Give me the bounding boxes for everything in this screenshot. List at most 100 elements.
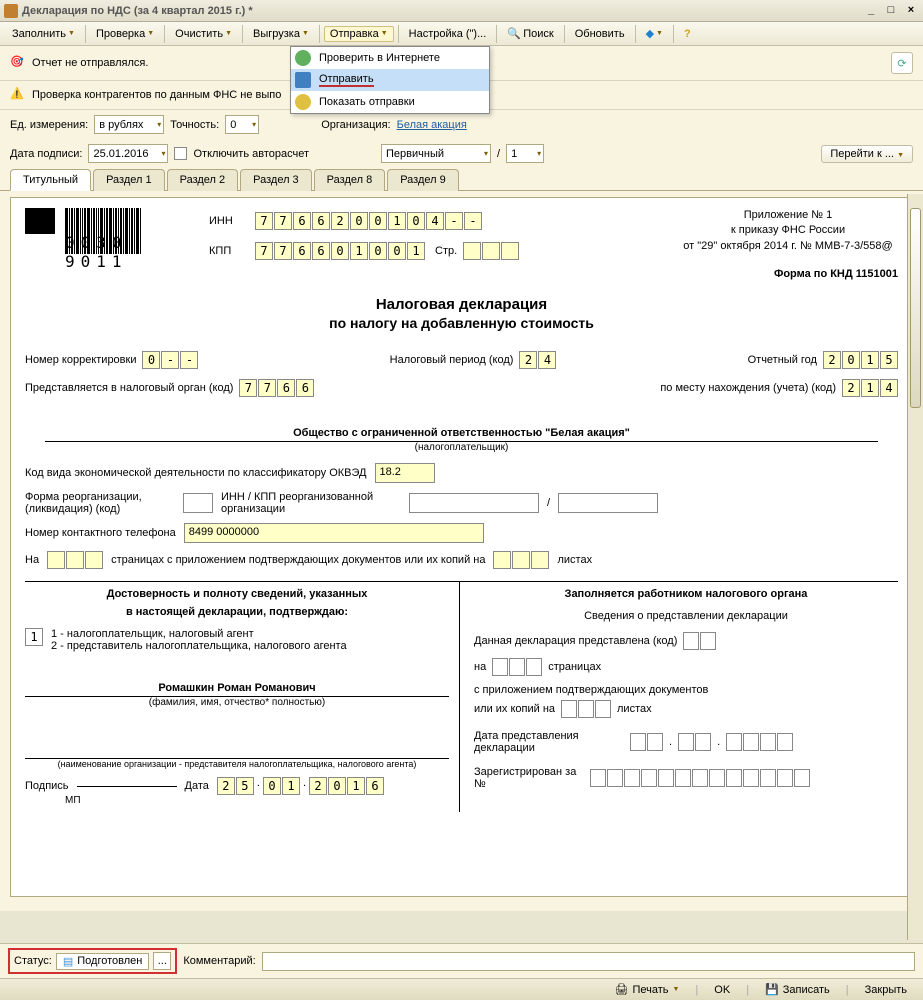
send-button[interactable]: Отправка▼ (324, 26, 394, 42)
phone-label: Номер контактного телефона (25, 527, 176, 539)
year-cells[interactable]: 2015 (823, 351, 898, 369)
tab-section2[interactable]: Раздел 2 (167, 169, 239, 191)
precision-select[interactable]: 0 (225, 115, 259, 134)
document: 0030 9011 ИНН 7766200104-- КПП 776601001… (10, 197, 913, 897)
send-icon (295, 72, 311, 88)
unit-select[interactable]: в рублях (94, 115, 164, 134)
right-title: Заполняется работником налогового органа (474, 588, 898, 600)
doc-subtitle: по налогу на добавленную стоимость (25, 315, 898, 331)
autoreset-label: Отключить авторасчет (193, 148, 309, 160)
refresh-icon: ⟳ (897, 57, 906, 70)
clear-button[interactable]: Очистить▼ (169, 26, 238, 42)
send-dropdown-menu: Проверить в Интернете Отправить Показать… (290, 46, 490, 114)
slash-label: / (497, 148, 500, 160)
corr-label: Номер корректировки (25, 354, 136, 366)
type-select[interactable]: Первичный (381, 144, 491, 163)
attach-count[interactable] (493, 551, 549, 569)
close-button[interactable]: × (903, 4, 919, 18)
send-item[interactable]: Отправить (291, 69, 489, 91)
reorg-label: Форма реорганизации, (ликвидация) (код) (25, 491, 175, 515)
controls-row-1: Ед. измерения: в рублях Точность: 0 Орга… (0, 110, 923, 139)
refresh-button[interactable]: Обновить (569, 26, 631, 42)
sign-date-cells[interactable]: 25.01.2016 (217, 777, 384, 795)
minimize-button[interactable]: _ (863, 4, 879, 18)
save-button[interactable]: 💾Записать (757, 981, 838, 998)
help-button[interactable]: ? (678, 26, 697, 42)
sign-date-label: Дата подписи: (10, 148, 82, 160)
okved-label: Код вида экономической деятельности по к… (25, 467, 367, 479)
comment-input[interactable] (262, 952, 915, 971)
corr-cells[interactable]: 0-- (142, 351, 198, 369)
kpp-label: КПП (209, 245, 249, 257)
copies-label: или их копий на (474, 703, 555, 715)
autoreset-checkbox[interactable] (174, 147, 187, 160)
page-cells (463, 242, 519, 260)
inn-cells[interactable]: 7766200104-- (255, 212, 482, 230)
phone-input[interactable]: 8499 0000000 (184, 523, 484, 543)
list-icon (295, 94, 311, 110)
sign-date-input[interactable]: 25.01.2016 (88, 144, 168, 163)
maximize-button[interactable]: □ (883, 4, 899, 18)
year-label: Отчетный год (748, 354, 817, 366)
signer-name: Ромашкин Роман Романович (25, 682, 449, 697)
okved-input[interactable]: 18.2 (375, 463, 435, 483)
tab-section3[interactable]: Раздел 3 (240, 169, 312, 191)
signer-name-sub: (фамилия, имя, отчество* полностью) (25, 697, 449, 708)
print-button[interactable]: 🖨Печать ▼ (606, 981, 687, 998)
settings-button[interactable]: Настройка (")... (403, 26, 493, 42)
check-button[interactable]: Проверка▼ (90, 26, 160, 42)
status-box: Статус: ▤ Подготовлен ... (8, 948, 177, 974)
refresh-info-button[interactable]: ⟳ (891, 52, 913, 74)
reg-label: Зарегистрирован за № (474, 766, 584, 790)
bottom-bar: 🖨Печать ▼ | OK | 💾Записать | Закрыть (0, 978, 923, 1000)
status-bar: Статус: ▤ Подготовлен ... Комментарий: (0, 943, 923, 978)
reorg-inn-input[interactable] (409, 493, 539, 513)
upload-button[interactable]: Выгрузка▼ (247, 26, 315, 42)
goto-button[interactable]: Перейти к ... ▼ (821, 145, 913, 163)
window-title: Декларация по НДС (за 4 квартал 2015 г.)… (22, 5, 863, 17)
kpp-cells[interactable]: 776601001 (255, 242, 425, 260)
pages-count[interactable] (47, 551, 103, 569)
type-number[interactable]: 1 (506, 144, 544, 163)
titlebar: Декларация по НДС (за 4 квартал 2015 г.)… (0, 0, 923, 22)
precision-label: Точность: (170, 119, 219, 131)
right-column: Заполняется работником налогового органа… (460, 582, 898, 812)
status-value[interactable]: ▤ Подготовлен (56, 953, 150, 970)
status-browse-button[interactable]: ... (153, 952, 171, 970)
org-name: Общество с ограниченной ответственностью… (45, 427, 878, 442)
signer-code[interactable]: 1 (25, 628, 43, 646)
reorg-slash: / (547, 497, 550, 509)
reorg-code-input[interactable] (183, 493, 213, 513)
period-cells[interactable]: 24 (519, 351, 556, 369)
taxauth-cells[interactable]: 7766 (239, 379, 314, 397)
loc-cells[interactable]: 214 (842, 379, 898, 397)
search-button[interactable]: 🔍Поиск (501, 25, 559, 43)
comment-label: Комментарий: (183, 955, 255, 967)
ok-button[interactable]: OK (706, 982, 738, 998)
help-icon: ? (684, 28, 691, 40)
attach-label: с приложением подтверждающих документов (474, 684, 898, 696)
doc-container: 0030 9011 ИНН 7766200104-- КПП 776601001… (0, 191, 923, 911)
left-title2: в настоящей декларации, подтверждаю: (25, 606, 449, 618)
alignment-button[interactable]: ◆▼ (640, 25, 669, 42)
org-label: Организация: (321, 119, 390, 131)
reorg-inn-label: ИНН / КПП реорганизованной организации (221, 491, 401, 515)
fill-button[interactable]: Заполнить▼ (6, 26, 81, 42)
taxauth-label: Представляется в налоговый орган (код) (25, 382, 233, 394)
barcode: 0030 9011 (25, 208, 195, 268)
show-sends-item[interactable]: Показать отправки (291, 91, 489, 113)
right-sub: Сведения о представлении декларации (474, 610, 898, 622)
rep-sub: (наименование организации - представител… (25, 759, 449, 769)
check-internet-item[interactable]: Проверить в Интернете (291, 47, 489, 69)
org-link[interactable]: Белая акация (397, 119, 467, 131)
tab-section8[interactable]: Раздел 8 (314, 169, 386, 191)
tab-title[interactable]: Титульный (10, 169, 91, 191)
r-date-label: Дата представления декларации (474, 730, 624, 754)
tab-section9[interactable]: Раздел 9 (387, 169, 459, 191)
printer-icon: 🖨 (614, 983, 628, 996)
reorg-kpp-input[interactable] (558, 493, 658, 513)
scrollbar[interactable] (907, 194, 923, 940)
tab-section1[interactable]: Раздел 1 (93, 169, 165, 191)
close-form-button[interactable]: Закрыть (857, 982, 915, 998)
unit-label: Ед. измерения: (10, 119, 88, 131)
